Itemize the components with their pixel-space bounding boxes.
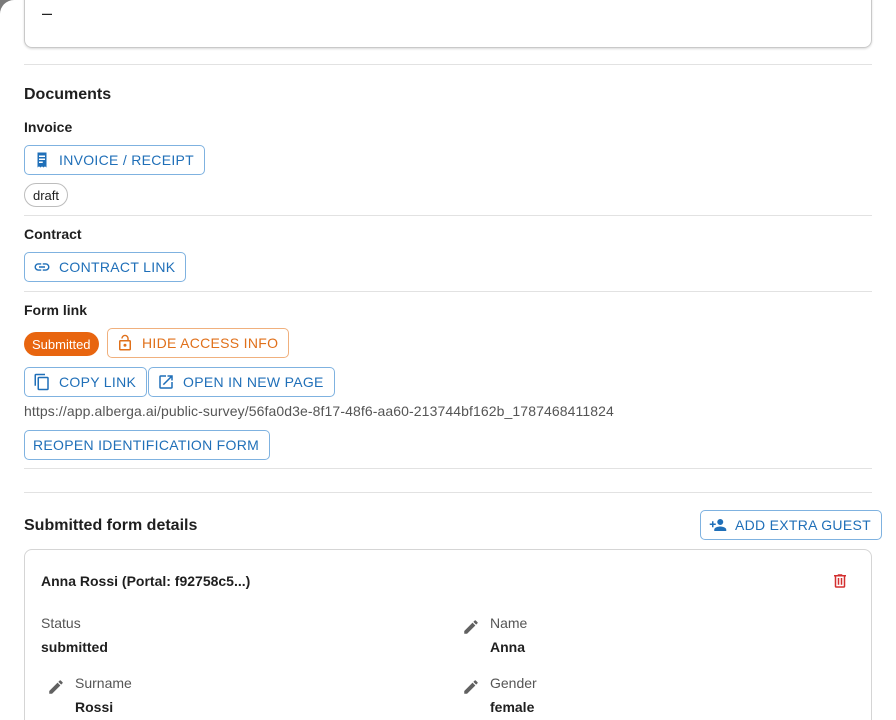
- previous-field-card: –: [24, 0, 872, 48]
- form-status-chip: Submitted: [24, 332, 99, 356]
- invoice-receipt-button[interactable]: INVOICE / RECEIPT: [24, 145, 206, 175]
- delete-icon[interactable]: [831, 572, 849, 590]
- divider: [24, 468, 872, 469]
- invoice-receipt-button-label: INVOICE / RECEIPT: [59, 152, 195, 168]
- invoice-status-chip: draft: [24, 183, 69, 207]
- gender-field-value: female: [490, 699, 535, 715]
- submitted-form-details-title: Submitted form details: [24, 517, 198, 534]
- person-add-icon: [709, 519, 727, 531]
- reopen-identification-form-button-label: REOPEN IDENTIFICATION FORM: [33, 437, 260, 453]
- divider: [24, 64, 872, 65]
- surname-field-label: Surname: [75, 675, 132, 691]
- edit-surname-icon[interactable]: [47, 678, 65, 696]
- hide-access-info-button-label: HIDE ACCESS INFO: [142, 335, 279, 351]
- field-value: –: [42, 3, 53, 23]
- invoice-label: Invoice: [24, 119, 73, 135]
- link-icon: [34, 263, 50, 271]
- add-extra-guest-button[interactable]: ADD EXTRA GUEST: [700, 510, 882, 540]
- contract-link-button-label: CONTRACT LINK: [59, 259, 176, 275]
- divider: [24, 492, 872, 493]
- contract-label: Contract: [24, 226, 82, 242]
- divider: [24, 215, 872, 216]
- contract-link-button[interactable]: CONTRACT LINK: [24, 252, 187, 282]
- edit-name-icon[interactable]: [462, 618, 480, 636]
- status-field-label: Status: [41, 615, 81, 631]
- hide-access-info-button[interactable]: HIDE ACCESS INFO: [107, 328, 290, 358]
- name-field-label: Name: [490, 615, 528, 631]
- open-in-new-page-button[interactable]: OPEN IN NEW PAGE: [148, 367, 335, 397]
- guest-details-card: Anna Rossi (Portal: f92758c5...) Status …: [24, 549, 872, 720]
- copy-icon: [34, 373, 49, 391]
- form-link-label: Form link: [24, 302, 88, 318]
- reservation-details-panel: – Documents Invoice INVOICE / RECEIPT dr…: [0, 0, 896, 720]
- surname-field-value: Rossi: [75, 699, 114, 715]
- edit-gender-icon[interactable]: [462, 678, 480, 696]
- name-field-value: Anna: [490, 639, 525, 655]
- reopen-identification-form-button[interactable]: REOPEN IDENTIFICATION FORM: [24, 430, 271, 460]
- copy-link-button[interactable]: COPY LINK: [24, 367, 148, 397]
- open-in-new-icon: [159, 375, 173, 389]
- copy-link-button-label: COPY LINK: [59, 374, 137, 390]
- documents-title: Documents: [24, 86, 112, 103]
- receipt-icon: [37, 152, 47, 168]
- open-in-new-page-button-label: OPEN IN NEW PAGE: [183, 374, 324, 390]
- form-url: https://app.alberga.ai/public-survey/56f…: [24, 403, 614, 419]
- divider: [24, 291, 872, 292]
- status-field-value: submitted: [41, 639, 108, 655]
- lock-open-icon: [119, 334, 131, 351]
- add-extra-guest-button-label: ADD EXTRA GUEST: [735, 517, 871, 533]
- gender-field-label: Gender: [490, 675, 537, 691]
- guest-name: Anna Rossi (Portal: f92758c5...): [41, 573, 251, 589]
